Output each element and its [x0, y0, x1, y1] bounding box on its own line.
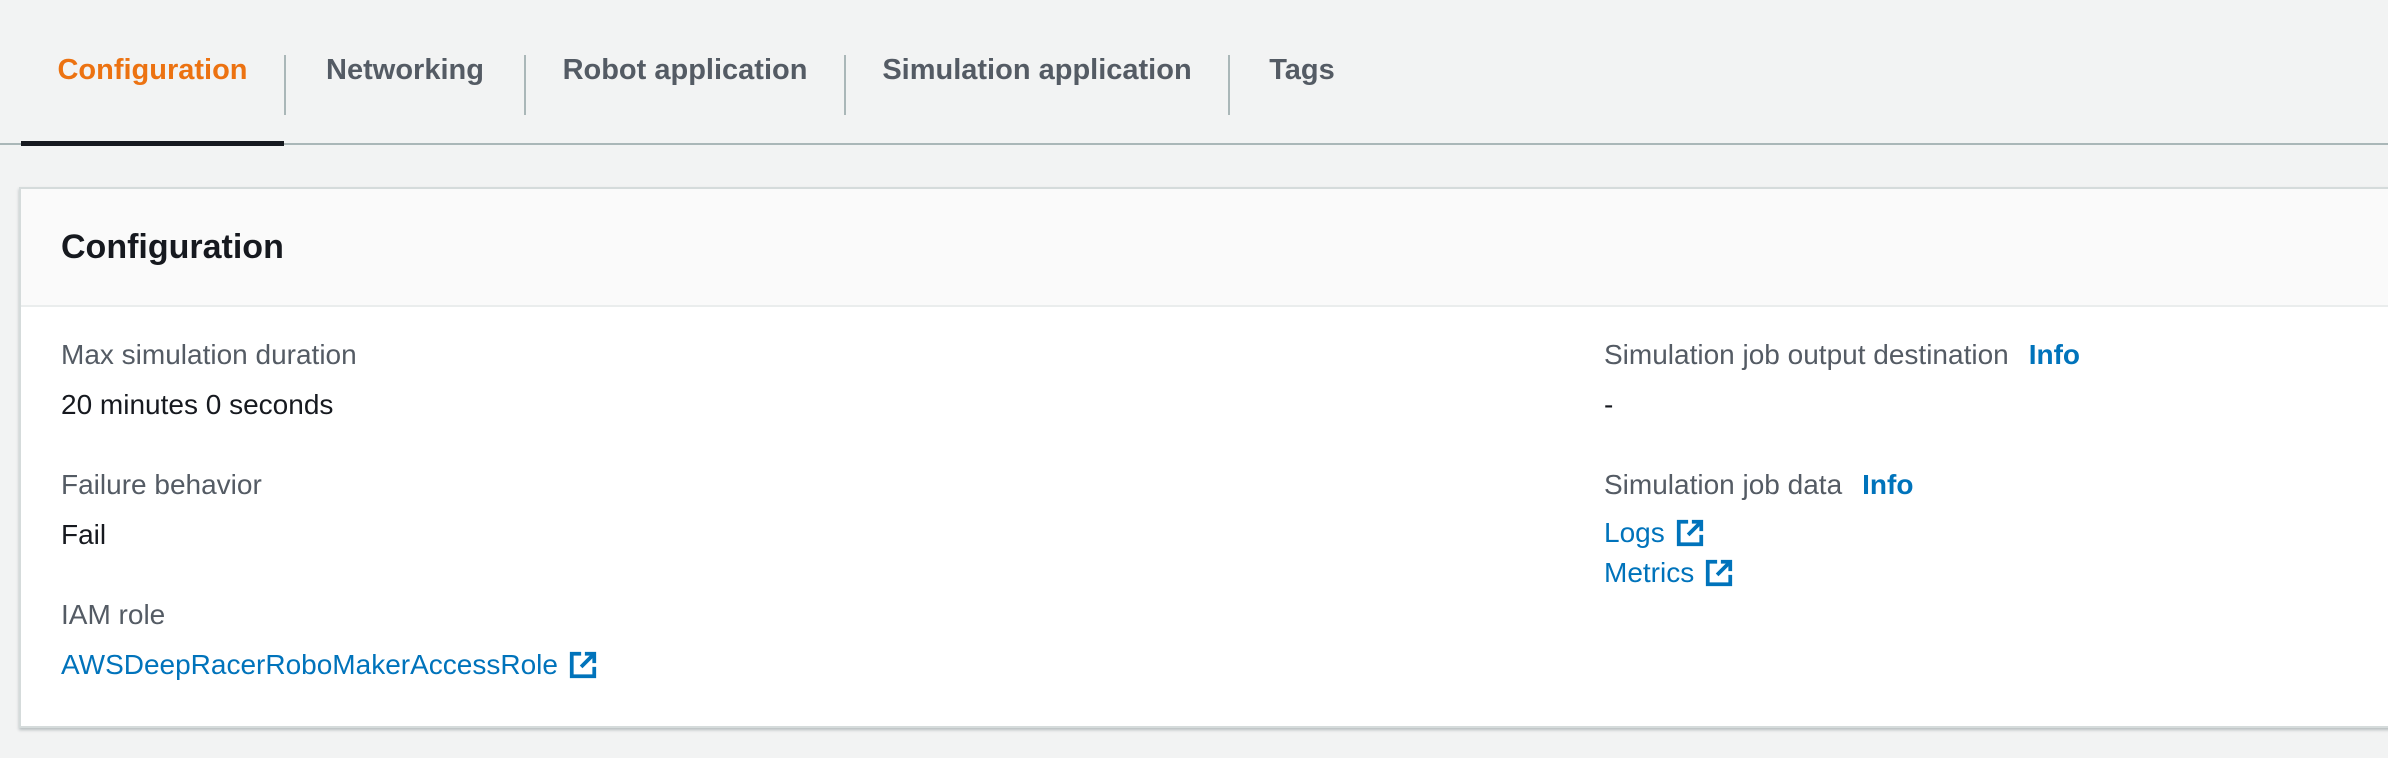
tab-label: Simulation application	[882, 54, 1192, 86]
output-destination-field: Simulation job output destination Info -	[1604, 337, 2080, 423]
output-destination-info-link[interactable]: Info	[2029, 339, 2080, 370]
iam-role-field: IAM role AWSDeepRacerRoboMakerAccessRole	[61, 597, 598, 685]
iam-role-label: IAM role	[61, 599, 166, 630]
output-destination-value: -	[1604, 389, 1614, 420]
iam-role-link[interactable]: AWSDeepRacerRoboMakerAccessRole	[61, 645, 598, 685]
failure-behavior-value: Fail	[61, 519, 107, 550]
failure-behavior-field: Failure behavior Fail	[61, 467, 262, 553]
tab-networking[interactable]: Networking	[286, 0, 524, 145]
job-data-links: Logs Metrics	[1604, 513, 1913, 593]
external-link-icon	[1704, 558, 1734, 588]
configuration-panel: Configuration Max simulation duration 20…	[19, 187, 2388, 728]
job-data-label: Simulation job data	[1604, 469, 1843, 500]
output-destination-label: Simulation job output destination	[1604, 339, 2009, 370]
tab-label: Robot application	[562, 54, 808, 86]
panel-title: Configuration	[61, 228, 284, 266]
tab-simulation-application[interactable]: Simulation application	[846, 0, 1228, 145]
panel-header: Configuration	[21, 189, 2388, 307]
logs-link-text: Logs	[1604, 517, 1665, 548]
job-data-label-row: Simulation job data Info	[1604, 467, 1913, 503]
external-link-icon	[568, 650, 598, 680]
max-duration-label: Max simulation duration	[61, 339, 357, 370]
iam-role-link-text: AWSDeepRacerRoboMakerAccessRole	[61, 649, 558, 680]
max-duration-field: Max simulation duration 20 minutes 0 sec…	[61, 337, 357, 423]
tab-label: Networking	[326, 54, 484, 86]
metrics-link-text: Metrics	[1604, 557, 1695, 588]
failure-behavior-label: Failure behavior	[61, 469, 262, 500]
tab-label: Tags	[1269, 54, 1335, 86]
tab-bar: Configuration Networking Robot applicati…	[0, 0, 2388, 146]
external-link-icon	[1675, 518, 1705, 548]
tab-tags[interactable]: Tags	[1230, 0, 1374, 145]
tab-label: Configuration	[57, 54, 248, 86]
output-destination-label-row: Simulation job output destination Info	[1604, 337, 2080, 373]
job-data-field: Simulation job data Info Logs Metrics	[1604, 467, 1913, 593]
logs-link[interactable]: Logs	[1604, 513, 1913, 553]
tab-robot-application[interactable]: Robot application	[526, 0, 844, 145]
tab-configuration[interactable]: Configuration	[21, 0, 284, 146]
max-duration-value: 20 minutes 0 seconds	[61, 389, 334, 420]
job-data-info-link[interactable]: Info	[1862, 469, 1913, 500]
metrics-link[interactable]: Metrics	[1604, 553, 1913, 593]
